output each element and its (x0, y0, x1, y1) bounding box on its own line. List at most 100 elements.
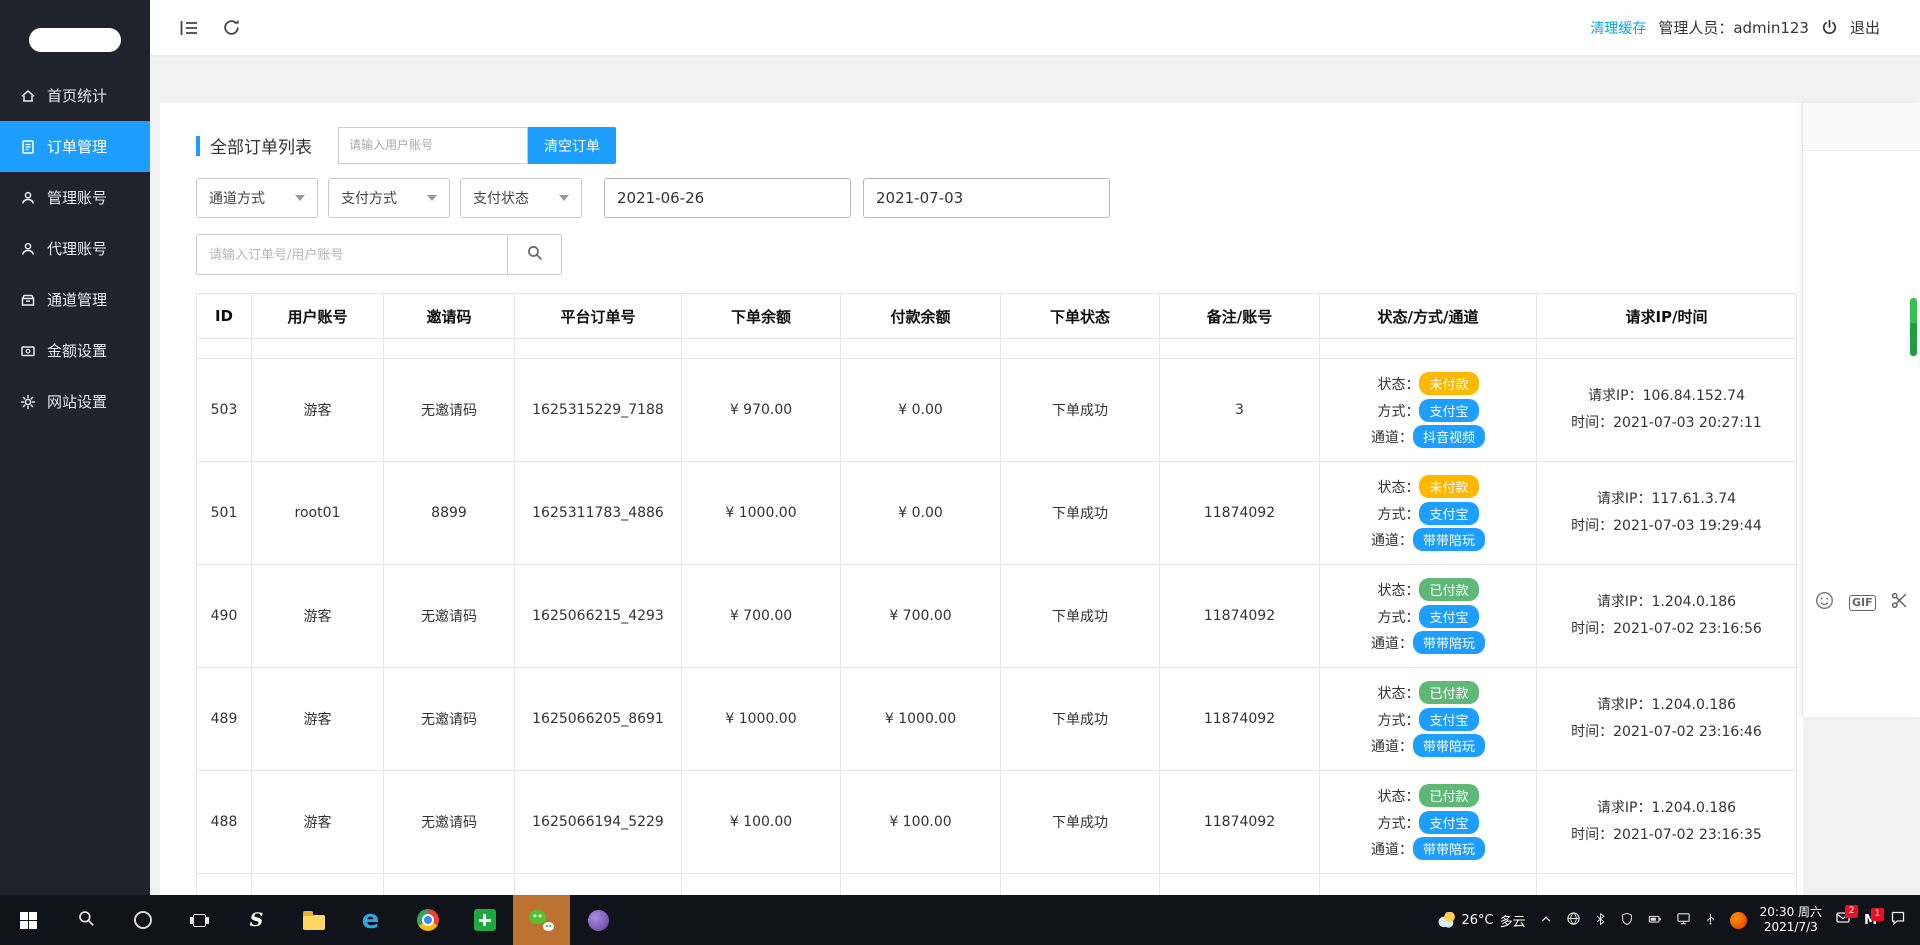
display-tray-item[interactable] (1676, 911, 1691, 930)
order-search-input[interactable] (196, 234, 508, 275)
logout-button[interactable]: 退出 (1850, 17, 1880, 38)
order-amount-cell: ¥ 700.00 (682, 565, 841, 668)
sidebar-item-label: 订单管理 (47, 136, 107, 157)
channel-method-select[interactable]: 通道方式 (196, 178, 318, 218)
channel-icon (20, 292, 36, 308)
windows-logo-icon (20, 912, 37, 929)
chat-toolbar: GIF (1815, 591, 1908, 614)
task-view-button[interactable] (171, 895, 228, 945)
sidebar-item-home-stats[interactable]: 首页统计 (0, 70, 150, 121)
clear-orders-button[interactable]: 清空订单 (528, 127, 616, 164)
wechat-button[interactable] (513, 895, 570, 945)
message-tray-item[interactable]: 2 (1835, 910, 1851, 930)
battery-tray-item[interactable] (1647, 911, 1663, 930)
s-app-button[interactable]: S (228, 895, 285, 945)
sidebar-item-agent-accounts[interactable]: 代理账号 (0, 223, 150, 274)
ime-tray-item[interactable]: M 1 (1864, 913, 1877, 928)
status-badge: 已付款 (1419, 578, 1478, 601)
usb-tray-item[interactable] (1704, 911, 1717, 930)
status-badge: 支付宝 (1419, 605, 1478, 628)
order-id-cell: 501 (197, 462, 252, 565)
clock-time: 20:30 (1760, 905, 1795, 919)
col-order-status: 下单状态 (1001, 294, 1160, 339)
pay-method-select[interactable]: 支付方式 (328, 178, 450, 218)
tray-expand-button[interactable] (1539, 911, 1553, 930)
screenshot-scissors-icon[interactable] (1891, 592, 1908, 613)
remark-cell: 11874092 (1160, 462, 1320, 565)
power-icon[interactable] (1821, 19, 1838, 36)
chevron-down-icon (427, 195, 437, 201)
scrollbar-thumb[interactable] (1910, 323, 1917, 356)
file-explorer-icon (303, 915, 325, 930)
invite-code-cell: 无邀请码 (384, 668, 515, 771)
col-platform-order-no: 平台订单号 (515, 294, 682, 339)
bluetooth-tray-item[interactable] (1594, 911, 1607, 930)
search-button[interactable] (508, 234, 562, 275)
status-badge: 支付宝 (1419, 708, 1478, 731)
sidebar-item-amount-settings[interactable]: 金额设置 (0, 325, 150, 376)
spacer-row (197, 339, 1797, 359)
user-account-input[interactable] (338, 127, 528, 164)
gif-icon[interactable]: GIF (1849, 595, 1876, 611)
paid-amount-cell: ¥ 700.00 (841, 565, 1001, 668)
cortana-button[interactable] (114, 895, 171, 945)
order-status-cell: 下单成功 (1001, 668, 1160, 771)
weather-temp: 26°C (1461, 913, 1493, 928)
sidebar-item-channel-management[interactable]: 通道管理 (0, 274, 150, 325)
chrome-button[interactable] (399, 895, 456, 945)
order-status-cell: 下单成功 (1001, 359, 1160, 462)
emoji-icon[interactable] (1815, 591, 1834, 614)
admin-account-icon (20, 190, 36, 206)
status-badge: 带带陪玩 (1413, 631, 1485, 654)
date-to-input[interactable] (863, 178, 1110, 218)
action-center-button[interactable] (1890, 910, 1906, 930)
platform-order-no-cell: 1625315229_7188 (515, 359, 682, 462)
app-logo (29, 28, 121, 52)
shield-icon (1620, 911, 1634, 930)
chat-scrollbar[interactable] (1910, 298, 1917, 356)
paid-amount-cell (841, 874, 1001, 896)
order-row: 490游客无邀请码1625066215_4293¥ 700.00¥ 700.00… (197, 565, 1797, 668)
green-app-button[interactable] (456, 895, 513, 945)
network-tray-item[interactable] (1566, 911, 1581, 930)
purple-app-button[interactable] (570, 895, 627, 945)
scrollbar-thumb[interactable] (1910, 298, 1917, 323)
date-from-input[interactable] (604, 178, 851, 218)
edge-button[interactable]: e (342, 895, 399, 945)
purple-app-icon (588, 910, 609, 931)
security-tray-item[interactable] (1620, 911, 1634, 930)
status-badge: 已付款 (1419, 784, 1478, 807)
paid-amount-cell: ¥ 1000.00 (841, 668, 1001, 771)
order-id-cell: 489 (197, 668, 252, 771)
status-badge: 带带陪玩 (1413, 837, 1485, 860)
pay-status-select[interactable]: 支付状态 (460, 178, 582, 218)
refresh-icon[interactable] (222, 18, 241, 37)
sidebar-item-site-settings[interactable]: 网站设置 (0, 376, 150, 427)
status-badge: 支付宝 (1419, 811, 1478, 834)
sidebar-item-label: 首页统计 (47, 85, 107, 106)
col-status-method-channel: 状态/方式/通道 (1320, 294, 1537, 339)
invite-code-cell: 无邀请码 (384, 565, 515, 668)
weather-widget[interactable]: 26°C 多云 (1437, 911, 1525, 930)
orders-table: ID 用户账号 邀请码 平台订单号 下单余额 付款余额 下单状态 备注/账号 状… (196, 293, 1797, 895)
taskbar-clock[interactable]: 20:30 周六 2021/7/3 (1760, 905, 1822, 935)
sidebar-item-admin-accounts[interactable]: 管理账号 (0, 172, 150, 223)
taskbar: S e 26°C 多云 20:30 周六 2021/7/3 2 M 1 (0, 895, 1920, 945)
taskbar-search-button[interactable] (57, 895, 114, 945)
wechat-icon (529, 910, 554, 931)
order-id-cell: 503 (197, 359, 252, 462)
select-label: 支付方式 (341, 188, 397, 208)
order-id-cell (197, 874, 252, 896)
collapse-sidebar-icon[interactable] (180, 20, 198, 36)
invite-code-cell: 无邀请码 (384, 771, 515, 874)
user-account-cell: 游客 (252, 771, 384, 874)
start-button[interactable] (0, 895, 57, 945)
sidebar-item-order-management[interactable]: 订单管理 (0, 121, 150, 172)
system-tray: 26°C 多云 20:30 周六 2021/7/3 2 M 1 (1437, 905, 1920, 935)
order-row: 503游客无邀请码1625315229_7188¥ 970.00¥ 0.00下单… (197, 359, 1797, 462)
request-ip-time-cell: 请求IP：1.204.0.186时间：2021-07-02 23:16:56 (1537, 565, 1797, 668)
file-explorer-button[interactable] (285, 895, 342, 945)
browser-tray-item[interactable] (1730, 912, 1747, 929)
agent-account-icon (20, 241, 36, 257)
clean-cache-link[interactable]: 清理缓存 (1590, 18, 1646, 38)
